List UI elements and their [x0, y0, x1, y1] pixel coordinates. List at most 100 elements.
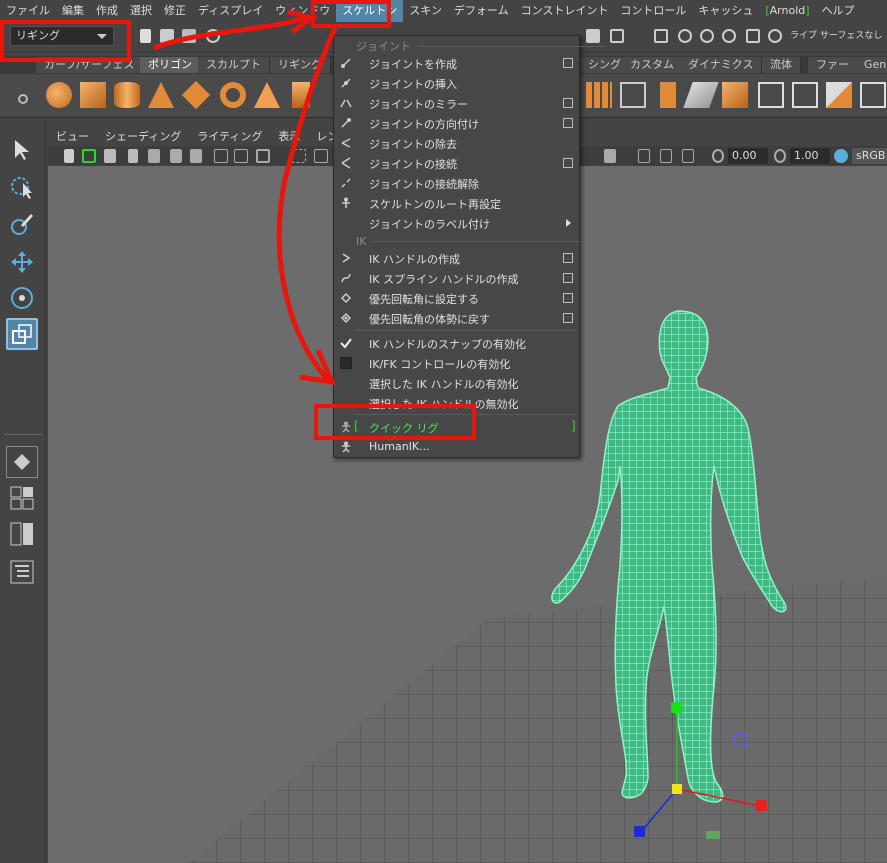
bookmark-icon[interactable]	[104, 149, 116, 163]
snap-curve-icon[interactable]	[678, 29, 692, 43]
color-management-icon[interactable]	[834, 149, 848, 163]
layout-four-icon[interactable]	[6, 482, 38, 514]
menu-item-set-preferred-angle[interactable]: 優先回転角に設定する	[334, 288, 579, 308]
poly-sphere-icon[interactable]	[46, 82, 72, 108]
menu-item-orient-joints[interactable]: ジョイントの方向付け	[334, 113, 579, 133]
wireframe-icon[interactable]	[682, 149, 694, 163]
menu-item-create-ik-handle[interactable]: IK ハンドルの作成	[334, 248, 579, 268]
scale-tool-icon[interactable]	[6, 318, 38, 350]
shelf-tab-custom[interactable]: カスタム	[622, 57, 683, 73]
paint-select-tool-icon[interactable]	[6, 208, 38, 240]
menu-select[interactable]: 選択	[124, 0, 158, 22]
snap-view-icon[interactable]	[722, 29, 736, 43]
image-plane-icon[interactable]	[128, 149, 138, 163]
rotate-tool-icon[interactable]	[6, 282, 38, 314]
grid-icon[interactable]	[214, 149, 228, 163]
grease-pencil-icon[interactable]	[190, 149, 202, 163]
layout-two-icon[interactable]	[6, 518, 38, 550]
option-box-icon[interactable]	[563, 253, 573, 263]
shelf-tab-fluids[interactable]: 流体	[762, 57, 801, 73]
poly-cylinder-icon[interactable]	[114, 82, 140, 108]
menu-item-humanik[interactable]: HumanIK...	[334, 437, 579, 457]
menu-help[interactable]: ヘルプ	[816, 0, 861, 22]
poly-bounding-icon[interactable]	[792, 82, 818, 108]
menu-cache[interactable]: キャッシュ	[692, 0, 759, 22]
menu-item-quick-rig[interactable]: [ クイック リグ ]	[334, 417, 579, 437]
shelf-tab-sculpt[interactable]: スカルプト	[198, 57, 270, 73]
menu-skin[interactable]: スキン	[403, 0, 448, 22]
live-surface-icon[interactable]	[768, 29, 782, 43]
poly-pyramid-icon[interactable]	[254, 82, 280, 108]
menu-arnold[interactable]: [Arnold]	[759, 0, 815, 22]
menu-item-joint-labelling[interactable]: ジョイントのラベル付け	[334, 213, 579, 233]
menu-item-enable-ikfk-control[interactable]: IK/FK コントロールの有効化	[334, 353, 579, 373]
undo-icon[interactable]	[206, 29, 220, 43]
select-tool-icon[interactable]	[6, 134, 38, 166]
save-scene-icon[interactable]	[182, 29, 196, 43]
poly-extrude-icon[interactable]	[660, 82, 676, 108]
menu-item-connect-joints[interactable]: ジョイントの接続	[334, 153, 579, 173]
panel-menu-lighting[interactable]: ライティング	[189, 128, 270, 144]
exposure-field[interactable]: 0.00	[728, 148, 768, 164]
gamma-icon[interactable]	[774, 149, 786, 163]
open-scene-icon[interactable]	[160, 29, 174, 43]
menu-set-dropdown[interactable]: リギング	[10, 26, 114, 46]
layout-single-icon[interactable]	[6, 446, 38, 478]
option-box-icon[interactable]	[563, 273, 573, 283]
snap-grid-icon[interactable]	[654, 29, 668, 43]
gear-icon[interactable]	[18, 94, 28, 104]
snap-point-icon[interactable]	[700, 29, 714, 43]
gamma-field[interactable]: 1.00	[790, 148, 830, 164]
menu-item-enable-ik-snap[interactable]: IK ハンドルのスナップの有効化	[334, 333, 579, 353]
shelf-tab-curves[interactable]: カーブ/サーフェス	[36, 57, 144, 73]
poly-cube-icon[interactable]	[80, 82, 106, 108]
menu-create[interactable]: 作成	[90, 0, 124, 22]
exposure-icon[interactable]	[712, 149, 724, 163]
shelf-tab-rigging[interactable]: リギング	[270, 57, 331, 73]
shelf-tab-dynamics[interactable]: ダイナミクス	[680, 57, 763, 73]
menu-modify[interactable]: 修正	[158, 0, 192, 22]
menu-edit[interactable]: 編集	[56, 0, 90, 22]
grid-axis-icon[interactable]	[148, 149, 160, 163]
menu-item-remove-joints[interactable]: ジョイントの除去	[334, 133, 579, 153]
panel-menu-view[interactable]: ビュー	[48, 128, 97, 144]
new-scene-icon[interactable]	[140, 29, 151, 43]
poly-plane-icon[interactable]	[181, 80, 211, 110]
field-chart-icon[interactable]	[314, 149, 328, 163]
menu-deform[interactable]: デフォーム	[448, 0, 515, 22]
pan-zoom-icon[interactable]	[170, 149, 182, 163]
snap-surface-icon[interactable]	[746, 29, 760, 43]
menu-item-assume-preferred-angle[interactable]: 優先回転角の体勢に戻す	[334, 308, 579, 328]
panel-menu-shading[interactable]: シェーディング	[97, 128, 189, 144]
camera-icon[interactable]	[64, 149, 74, 163]
menu-item-create-joints[interactable]: ジョイントを作成	[334, 53, 579, 73]
option-box-icon[interactable]	[563, 293, 573, 303]
poly-torus-icon[interactable]	[220, 82, 246, 108]
menu-control[interactable]: コントロール	[614, 0, 692, 22]
xray-joints-icon[interactable]	[660, 149, 672, 163]
colorspace-field[interactable]: sRGB	[852, 148, 887, 164]
poly-bevel-icon[interactable]	[620, 82, 646, 108]
shelf-tab-polygons[interactable]: ポリゴン	[140, 57, 201, 73]
gate-mask-icon[interactable]	[292, 149, 306, 163]
lasso-tool-icon[interactable]	[6, 172, 38, 204]
menu-item-insert-joints[interactable]: ジョイントの挿入	[334, 73, 579, 93]
menu-display[interactable]: ディスプレイ	[192, 0, 269, 22]
menu-item-enable-selected-ik[interactable]: 選択した IK ハンドルの有効化	[334, 373, 579, 393]
menu-item-create-ik-spline[interactable]: IK スプライン ハンドルの作成	[334, 268, 579, 288]
move-tool-icon[interactable]	[6, 246, 38, 278]
poly-center-pivot-icon[interactable]	[758, 82, 784, 108]
option-box-icon[interactable]	[563, 58, 573, 68]
menu-item-disconnect-joints[interactable]: ジョイントの接続解除	[334, 173, 579, 193]
poly-smooth-icon[interactable]	[722, 82, 748, 108]
shelf-tab-fur[interactable]: ファー	[808, 57, 858, 73]
menu-window[interactable]: ウィンドウ	[269, 0, 336, 22]
poly-bridge-icon[interactable]	[683, 82, 719, 108]
camera-attr-icon[interactable]	[82, 149, 96, 163]
poly-uv-icon[interactable]	[860, 82, 886, 108]
poly-combine-icon[interactable]	[586, 82, 612, 108]
menu-item-disable-selected-ik[interactable]: 選択した IK ハンドルの無効化	[334, 393, 579, 413]
menu-file[interactable]: ファイル	[0, 0, 56, 22]
xray-icon[interactable]	[638, 149, 650, 163]
menu-item-reroot-skeleton[interactable]: スケルトンのルート再設定	[334, 193, 579, 213]
